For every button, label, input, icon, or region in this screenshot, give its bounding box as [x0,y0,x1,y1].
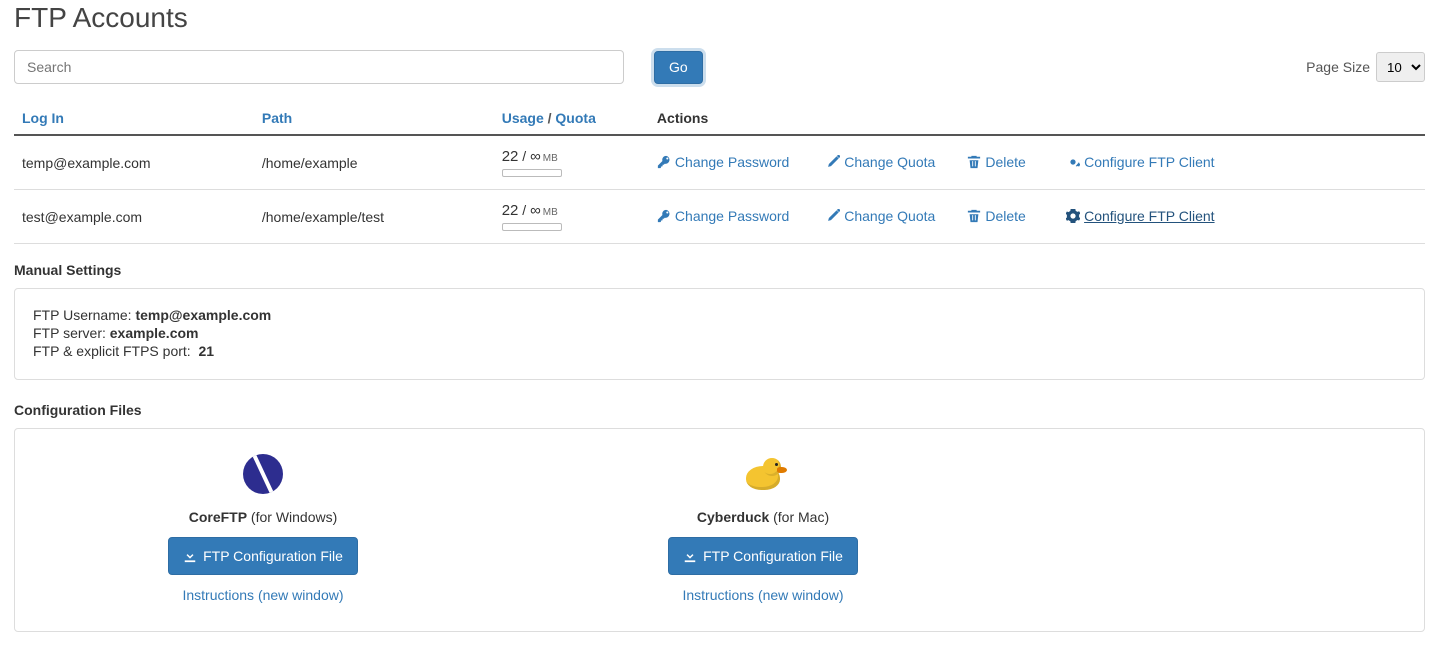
coreftp-icon [240,451,286,497]
cell-path: /home/example [254,135,494,190]
gear-icon [1066,155,1080,169]
cyberduck-column: Cyberduck (for Mac) FTP Configuration Fi… [533,451,993,603]
manual-server: FTP server: example.com [33,325,1406,341]
search-input[interactable] [14,50,624,84]
manual-port: FTP & explicit FTPS port: 21 [33,343,1406,359]
usage-bar [502,223,562,231]
config-files-heading: Configuration Files [14,402,1425,418]
pencil-icon [826,155,840,169]
cell-path: /home/example/test [254,190,494,244]
cyberduck-icon [740,451,786,497]
change-password-link[interactable]: Change Password [657,208,789,224]
delete-link[interactable]: Delete [967,208,1025,224]
cell-usage: 22 / ∞MB [494,135,649,190]
search-bar: Go Page Size 10 [14,50,1425,84]
cyberduck-download-button[interactable]: FTP Configuration File [668,537,858,575]
table-row: test@example.com /home/example/test 22 /… [14,190,1425,244]
configure-ftp-client-link[interactable]: Configure FTP Client [1066,154,1214,170]
col-actions: Actions [649,102,818,135]
download-icon [183,549,197,563]
page-size-select[interactable]: 10 [1376,52,1425,82]
cyberduck-label: Cyberduck (for Mac) [697,509,829,525]
coreftp-instructions-link[interactable]: Instructions (new window) [182,587,343,603]
delete-link[interactable]: Delete [967,154,1025,170]
col-usage-quota[interactable]: Usage / Quota [494,102,649,135]
change-password-link[interactable]: Change Password [657,154,789,170]
pencil-icon [826,209,840,223]
trash-icon [967,209,981,223]
change-quota-link[interactable]: Change Quota [826,208,935,224]
col-usage[interactable]: Usage [502,110,544,126]
configure-ftp-client-link[interactable]: Configure FTP Client [1066,208,1214,224]
cell-login: test@example.com [14,190,254,244]
change-quota-link[interactable]: Change Quota [826,154,935,170]
cell-login: temp@example.com [14,135,254,190]
col-quota[interactable]: Quota [555,110,595,126]
manual-settings-heading: Manual Settings [14,262,1425,278]
cyberduck-instructions-link[interactable]: Instructions (new window) [682,587,843,603]
key-icon [657,155,671,169]
coreftp-label: CoreFTP (for Windows) [189,509,338,525]
ftp-accounts-table: Log In Path Usage / Quota Actions temp@e… [14,102,1425,244]
trash-icon [967,155,981,169]
gear-icon [1066,209,1080,223]
cell-usage: 22 / ∞MB [494,190,649,244]
col-path[interactable]: Path [254,102,494,135]
table-row: temp@example.com /home/example 22 / ∞MB … [14,135,1425,190]
key-icon [657,209,671,223]
page-size-control: Page Size 10 [1306,52,1425,82]
usage-bar [502,169,562,177]
download-icon [683,549,697,563]
go-button[interactable]: Go [654,51,703,84]
page-title: FTP Accounts [14,2,1425,34]
col-login[interactable]: Log In [14,102,254,135]
config-files-panel: CoreFTP (for Windows) FTP Configuration … [14,428,1425,632]
manual-username: FTP Username: temp@example.com [33,307,1406,323]
page-size-label: Page Size [1306,59,1370,75]
coreftp-download-button[interactable]: FTP Configuration File [168,537,358,575]
manual-settings-panel: FTP Username: temp@example.com FTP serve… [14,288,1425,380]
coreftp-column: CoreFTP (for Windows) FTP Configuration … [33,451,493,603]
